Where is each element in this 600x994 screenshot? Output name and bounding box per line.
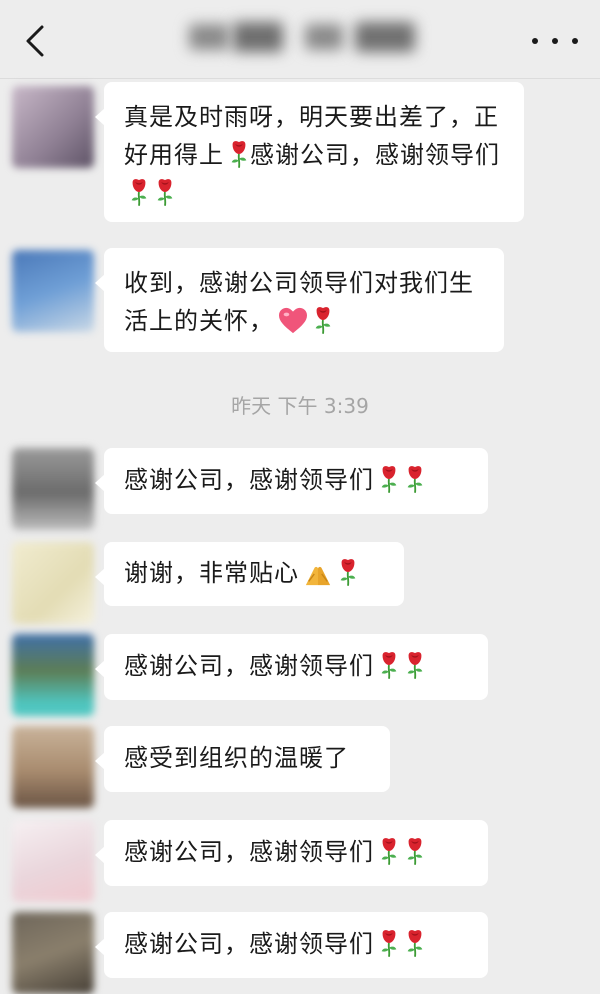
avatar[interactable] [12, 448, 94, 530]
chat-title-blurred [185, 14, 425, 62]
rose-icon [378, 836, 400, 866]
rose-icon [378, 928, 400, 958]
message-bubble[interactable]: 感谢公司，感谢领导们 [95, 820, 488, 886]
message-bubble[interactable]: 感受到组织的温暖了 [95, 726, 390, 792]
message-bubble[interactable]: 感谢公司，感谢领导们 [95, 448, 488, 514]
rose-icon [312, 305, 334, 335]
message-text: 感受到组织的温暖了 [124, 744, 349, 772]
rose-icon [404, 836, 426, 866]
avatar[interactable] [12, 542, 94, 624]
chat-header [0, 0, 600, 79]
rose-icon [378, 464, 400, 494]
timestamp: 昨天 下午 3:39 [231, 394, 369, 418]
message-bubble[interactable]: 收到，感谢公司领导们对我们生活上的关怀， [95, 248, 504, 352]
rose-icon [378, 650, 400, 680]
message-bubble[interactable]: 真是及时雨呀，明天要出差了，正好用得上 感谢公司，感谢领导们 [95, 82, 524, 222]
heart-icon [278, 307, 308, 335]
rose-icon [337, 557, 359, 587]
message-text: 感谢公司，感谢领导们 [124, 652, 374, 680]
avatar[interactable] [12, 726, 94, 808]
message-text: 感谢公司，感谢领导们 [124, 930, 374, 958]
avatar[interactable] [12, 634, 94, 716]
rose-icon [128, 177, 150, 207]
folded-hands-icon [303, 559, 333, 587]
rose-icon [404, 928, 426, 958]
message-text: 谢谢，非常贴心 [124, 559, 299, 587]
message-text: 感谢公司，感谢领导们 [124, 466, 374, 494]
message-bubble[interactable]: 感谢公司，感谢领导们 [95, 634, 488, 700]
avatar[interactable] [12, 820, 94, 902]
avatar[interactable] [12, 250, 94, 332]
message-bubble[interactable]: 感谢公司，感谢领导们 [95, 912, 488, 978]
avatar[interactable] [12, 86, 94, 168]
rose-icon [228, 139, 250, 169]
message-text-continued: 感谢公司，感谢领导们 [250, 141, 500, 169]
message-bubble[interactable]: 谢谢，非常贴心 [95, 542, 404, 606]
rose-icon [404, 464, 426, 494]
rose-icon [404, 650, 426, 680]
rose-icon [154, 177, 176, 207]
chevron-left-icon[interactable] [22, 24, 50, 58]
message-text: 感谢公司，感谢领导们 [124, 838, 374, 866]
ellipsis-icon[interactable] [532, 28, 578, 54]
avatar[interactable] [12, 912, 94, 994]
